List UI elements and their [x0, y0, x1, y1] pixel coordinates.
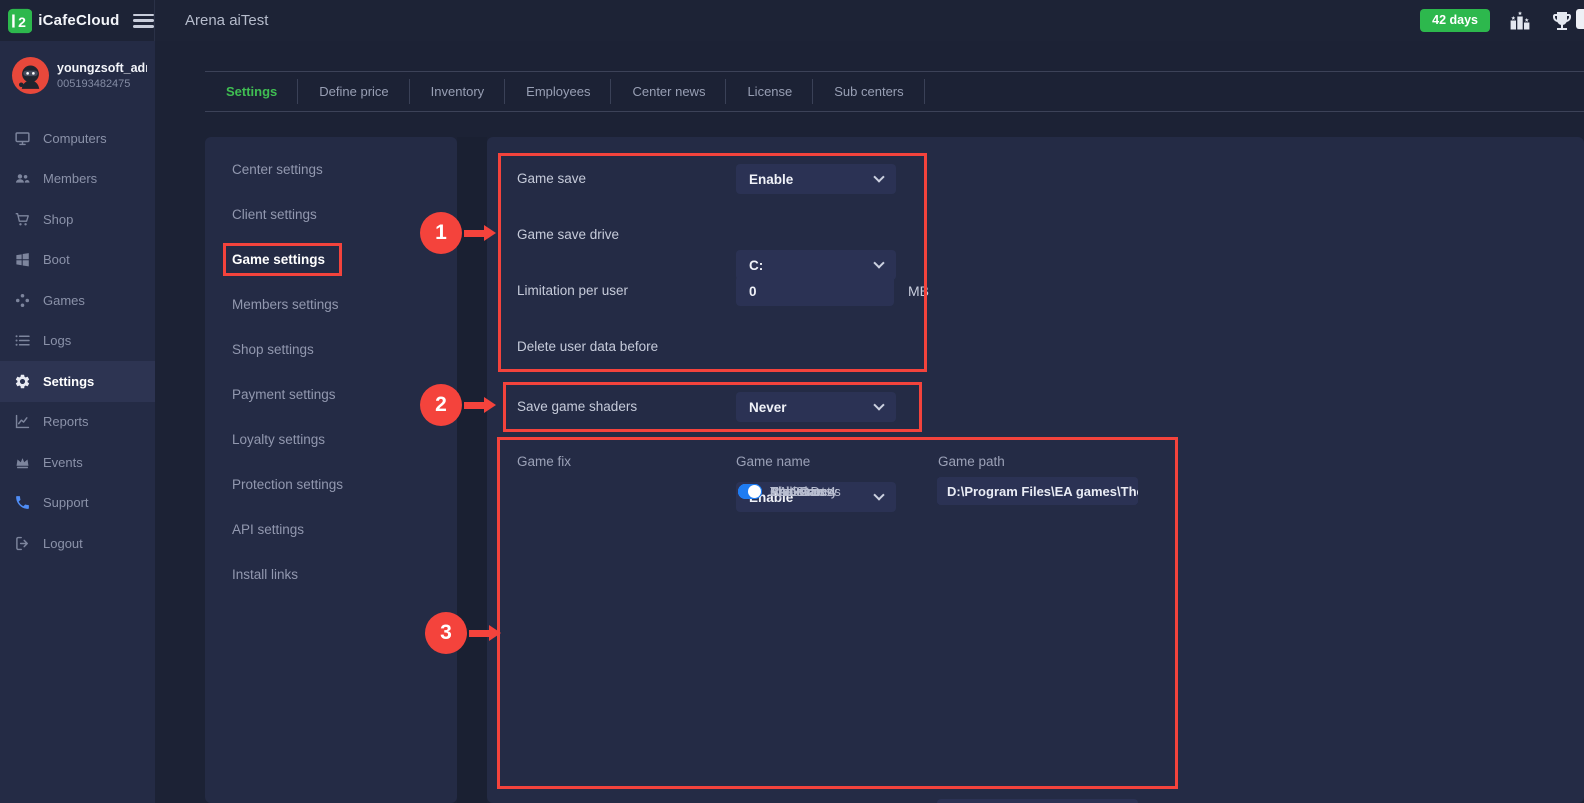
main-sidebar: youngzsoft_admin 005193482475 Computers …	[0, 41, 155, 803]
partial-edge-icon[interactable]	[1576, 9, 1584, 29]
save-game-shaders-label: Save game shaders	[517, 399, 637, 414]
sidebar-item-label: Logout	[43, 536, 83, 551]
icafecloud-app: 2 iCafeCloud Arena aiTest 42 days	[0, 0, 1584, 803]
sidebar-item-label: Events	[43, 455, 83, 470]
chevron-down-icon	[873, 257, 884, 268]
game-save-label: Game save	[517, 171, 586, 186]
user-account[interactable]: youngzsoft_admin 005193482475	[0, 41, 155, 104]
tab[interactable]: Employees	[505, 72, 611, 111]
svg-text:2: 2	[18, 14, 26, 30]
settings-nav-item[interactable]: API settings	[205, 507, 457, 552]
sidebar-item[interactable]: Computers	[0, 118, 155, 159]
game-path-input-partial[interactable]	[937, 799, 1138, 803]
logs-icon	[14, 332, 31, 349]
sidebar-nav: Computers Members Shop Boot	[0, 118, 155, 564]
menu-icon[interactable]	[133, 13, 154, 29]
logout-icon	[14, 535, 31, 552]
settings-nav-item[interactable]: Install links	[205, 552, 457, 597]
game-fix-row: The Sims 4 D:\Program Files\EA games\The…	[487, 477, 1584, 505]
brand-area: 2 iCafeCloud	[0, 0, 155, 41]
top-navbar: 2 iCafeCloud Arena aiTest 42 days	[0, 0, 1584, 41]
license-days-badge[interactable]: 42 days	[1420, 9, 1490, 32]
game-settings-panel: Game save Enable Game save drive C: Limi…	[487, 137, 1584, 803]
game-name-column-header: Game name	[736, 454, 810, 469]
limitation-per-user-input[interactable]: 0	[736, 276, 894, 306]
game-path-column-header: Game path	[938, 454, 1005, 469]
events-icon	[14, 454, 31, 471]
sidebar-item-label: Shop	[43, 212, 73, 227]
sidebar-item[interactable]: Games	[0, 280, 155, 321]
game-name: The Sims 4	[770, 477, 836, 505]
sidebar-item[interactable]: Events	[0, 442, 155, 483]
trophy-icon[interactable]	[1550, 9, 1574, 33]
sidebar-item[interactable]: Members	[0, 159, 155, 200]
sidebar-item-label: Games	[43, 293, 85, 308]
tab[interactable]: Center news	[611, 72, 726, 111]
reports-icon	[14, 413, 31, 430]
settings-nav-item[interactable]: Protection settings	[205, 462, 457, 507]
settings-nav-item[interactable]: Members settings	[205, 282, 457, 327]
settings-nav-item[interactable]: Client settings	[205, 192, 457, 237]
tab[interactable]: Inventory	[410, 72, 505, 111]
tab[interactable]: Sub centers	[813, 72, 924, 111]
sidebar-item-label: Members	[43, 171, 97, 186]
limitation-per-user-label: Limitation per user	[517, 283, 628, 298]
settings-nav-item[interactable]: Payment settings	[205, 372, 457, 417]
settings-nav-item[interactable]: Game settings	[205, 237, 457, 282]
navbar-actions: 42 days	[1420, 9, 1584, 33]
chevron-down-icon	[873, 171, 884, 182]
game-save-drive-label: Game save drive	[517, 227, 619, 242]
icafecloud-logo-icon: 2	[8, 8, 32, 34]
sidebar-item-label: Computers	[43, 131, 107, 146]
user-id: 005193482475	[57, 78, 147, 90]
delete-user-data-label: Delete user data before	[517, 339, 658, 354]
limitation-unit: MB	[908, 283, 929, 299]
delete-user-data-select[interactable]: Never	[736, 392, 896, 422]
game-save-select[interactable]: Enable	[736, 164, 896, 194]
brand-name: iCafeCloud	[38, 12, 119, 29]
games-icon	[14, 292, 31, 309]
sidebar-item-label: Reports	[43, 414, 89, 429]
tab[interactable]: License	[726, 72, 813, 111]
settings-icon	[14, 373, 31, 390]
sidebar-item-label: Settings	[43, 374, 94, 389]
sidebar-item[interactable]: Settings	[0, 361, 155, 402]
support-icon	[14, 494, 31, 511]
user-name: youngzsoft_admin	[57, 61, 147, 75]
sidebar-item[interactable]: Shop	[0, 199, 155, 240]
sidebar-item[interactable]: Boot	[0, 240, 155, 281]
members-icon	[14, 170, 31, 187]
user-avatar	[12, 57, 49, 94]
settings-nav-item[interactable]: Center settings	[205, 147, 457, 192]
settings-nav-item[interactable]: Shop settings	[205, 327, 457, 372]
tab[interactable]: Define price	[298, 72, 409, 111]
game-enable-toggle[interactable]	[738, 484, 762, 499]
game-fix-label: Game fix	[517, 454, 571, 469]
sidebar-item[interactable]: Reports	[0, 402, 155, 443]
chevron-down-icon	[873, 399, 884, 410]
settings-nav: Center settings Client settings Game set…	[205, 137, 457, 803]
sidebar-item-label: Support	[43, 495, 89, 510]
sidebar-item[interactable]: Logs	[0, 321, 155, 362]
sidebar-item[interactable]: Logout	[0, 523, 155, 564]
settings-nav-item[interactable]: Loyalty settings	[205, 417, 457, 462]
shop-icon	[14, 211, 31, 228]
computers-icon	[14, 130, 31, 147]
center-title: Arena aiTest	[185, 12, 268, 29]
center-tabs: Settings Define price Inventory Employee…	[205, 71, 1584, 112]
user-meta: youngzsoft_admin 005193482475	[57, 61, 147, 90]
ranking-podium-icon[interactable]	[1508, 9, 1532, 33]
tab[interactable]: Settings	[205, 72, 298, 111]
sidebar-item-label: Boot	[43, 252, 70, 267]
sidebar-item-label: Logs	[43, 333, 71, 348]
panel-gap	[457, 137, 487, 803]
game-path-input[interactable]: D:\Program Files\EA games\The S	[937, 477, 1138, 505]
sidebar-item[interactable]: Support	[0, 483, 155, 524]
boot-icon	[14, 251, 31, 268]
